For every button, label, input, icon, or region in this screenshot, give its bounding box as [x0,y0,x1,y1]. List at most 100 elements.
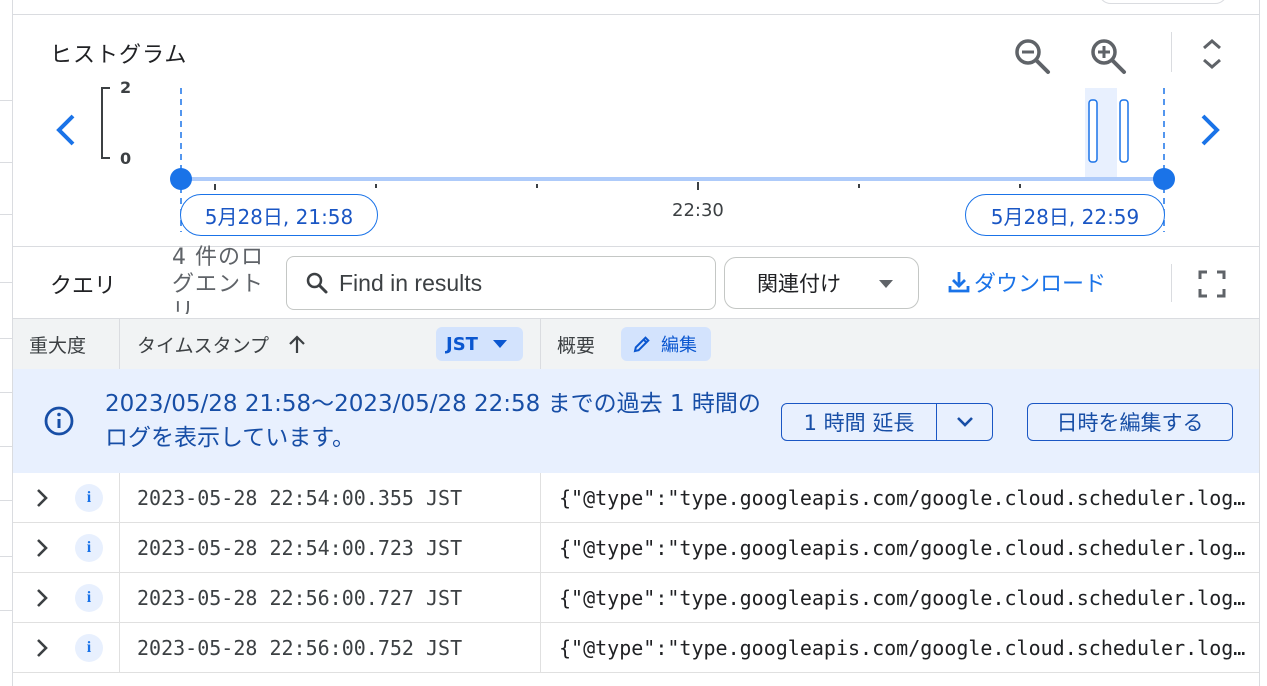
caret-down-icon [879,280,893,288]
chevron-right-icon [37,639,48,657]
expand-collapse-button[interactable] [1192,34,1232,74]
column-divider [119,523,120,573]
gutter-divider [0,338,13,339]
tab-query[interactable]: クエリ [50,268,116,300]
row-timestamp: 2023-05-28 22:54:00.355 JST [137,486,463,510]
severity-info-icon: i [75,634,103,662]
row-timestamp: 2023-05-28 22:56:00.752 JST [137,636,463,660]
column-timestamp[interactable]: タイムスタンプ [137,319,307,369]
column-divider [119,623,120,673]
gutter-divider [0,162,13,163]
gutter-divider [0,556,13,557]
expand-row-button[interactable] [33,537,51,563]
column-timestamp-label: タイムスタンプ [137,334,270,357]
row-summary-text: {"@type":"type.googleapis.com/google.clo… [559,636,1249,660]
log-row[interactable]: i 2023-05-28 22:54:00.723 JST {"@type":"… [13,523,1259,573]
sort-ascending-icon [289,335,305,353]
severity-info-icon: i [75,584,103,612]
range-end-handle[interactable] [1153,168,1175,190]
download-icon [948,272,970,293]
zoom-in-button[interactable] [1086,34,1130,78]
find-in-results-field[interactable] [286,256,716,310]
histogram-title: ヒストグラム [50,43,188,68]
extend-time-split-button: 1 時間 延長 [781,403,993,441]
log-row[interactable]: i 2023-05-28 22:54:00.355 JST {"@type":"… [13,473,1259,523]
pencil-icon [633,336,650,353]
column-divider [540,523,541,573]
range-end-time-chip[interactable]: 5月28日, 22:59 [965,194,1165,236]
gutter-divider [0,282,13,283]
chevron-right-icon [1201,114,1220,146]
histogram-prev-button[interactable] [46,108,86,152]
histogram-bar [1088,99,1098,163]
row-timestamp: 2023-05-28 22:56:00.727 JST [137,586,463,610]
info-icon [44,406,74,436]
top-partial-button[interactable] [1098,0,1228,4]
column-divider [540,623,541,673]
gutter-divider [0,500,13,501]
correlate-label: 関連付け [757,272,841,296]
unfold-icon [1203,39,1221,69]
row-summary: {"@type":"type.googleapis.com/google.clo… [559,523,1249,573]
column-divider [119,473,120,523]
log-row[interactable]: i 2023-05-28 22:56:00.752 JST {"@type":"… [13,623,1259,673]
column-divider [540,573,541,623]
correlate-dropdown[interactable]: 関連付け [724,257,919,309]
column-divider [119,573,120,623]
zoom-in-icon [1091,39,1126,74]
zoom-out-button[interactable] [1010,34,1054,78]
zoom-out-icon [1015,39,1050,74]
download-button[interactable]: ダウンロード [946,266,1106,298]
severity-info-icon: i [75,484,103,512]
right-panel-edge [1259,0,1267,686]
extend-one-hour-button[interactable]: 1 時間 延長 [782,404,937,440]
banner-message: 2023/05/28 21:58〜2023/05/28 22:58 までの過去 … [105,391,761,451]
expand-row-button[interactable] [33,587,51,613]
search-icon [306,272,328,294]
column-severity[interactable]: 重大度 [29,319,86,369]
column-summary[interactable]: 概要 [557,319,595,369]
edit-summary-button[interactable]: 編集 [621,327,711,361]
chevron-right-icon [37,489,48,507]
fullscreen-icon [1198,270,1226,298]
row-summary: {"@type":"type.googleapis.com/google.clo… [559,473,1249,523]
column-divider [119,319,120,369]
left-gutter [0,0,13,686]
severity-info-icon: i [75,534,103,562]
row-summary: {"@type":"type.googleapis.com/google.clo… [559,623,1249,673]
search-input[interactable] [339,269,709,297]
timezone-label: JST [446,333,478,355]
caret-down-icon [492,340,507,348]
chevron-right-icon [37,539,48,557]
log-entry-count: 4 件のログエントリ [172,245,265,314]
header-divider [1171,32,1172,72]
histogram-next-button[interactable] [1190,108,1230,152]
timezone-dropdown[interactable]: JST [436,327,523,361]
row-summary-text: {"@type":"type.googleapis.com/google.clo… [559,486,1249,510]
chevron-right-icon [37,589,48,607]
top-divider [13,14,1259,15]
extend-options-button[interactable] [937,404,992,440]
expand-row-button[interactable] [33,487,51,513]
range-start-handle[interactable] [170,168,192,190]
row-summary-text: {"@type":"type.googleapis.com/google.clo… [559,536,1249,560]
y-axis-max-label: 2 [120,78,132,97]
range-start-time-chip[interactable]: 5月28日, 21:58 [180,194,378,236]
gutter-divider [0,610,13,611]
edit-datetime-button[interactable]: 日時を編集する [1027,403,1233,441]
y-axis-min-label: 0 [120,149,132,168]
gutter-divider [0,100,13,101]
chevron-left-icon [56,114,75,146]
column-divider [540,473,541,523]
chevron-down-icon [956,417,973,427]
toolbar-divider [1171,264,1172,302]
gutter-divider [0,446,13,447]
column-divider [540,319,541,369]
info-banner: 2023/05/28 21:58〜2023/05/28 22:58 までの過去 … [13,369,1259,473]
table-header: 重大度 タイムスタンプ JST 概要 編集 [13,319,1259,369]
log-row[interactable]: i 2023-05-28 22:56:00.727 JST {"@type":"… [13,573,1259,623]
row-summary-text: {"@type":"type.googleapis.com/google.clo… [559,586,1249,610]
fullscreen-button[interactable] [1194,266,1230,302]
expand-row-button[interactable] [33,637,51,663]
edit-summary-label: 編集 [661,335,697,356]
